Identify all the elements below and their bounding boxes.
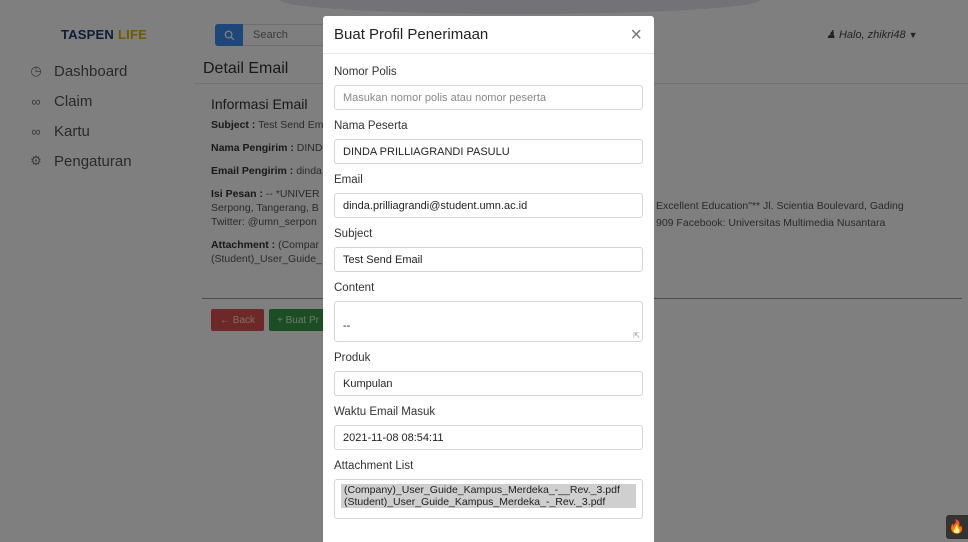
email-label: Email — [334, 174, 363, 186]
content-textarea[interactable]: -- ⇱ — [334, 301, 643, 342]
create-profile-modal: Buat Profil Penerimaan × Nomor Polis Mas… — [323, 16, 654, 542]
attachment-item[interactable]: (Student)_User_Guide_Kampus_Merdeka_-_Re… — [341, 496, 636, 508]
attachment-list-label: Attachment List — [334, 460, 414, 472]
resize-grip-icon[interactable]: ⇱ — [633, 331, 640, 340]
waktu-email-masuk-label: Waktu Email Masuk — [334, 406, 436, 418]
subject-input[interactable]: Test Send Email — [334, 247, 643, 272]
modal-body: Nomor Polis Masukan nomor polis atau nom… — [323, 54, 654, 519]
modal-title: Buat Profil Penerimaan — [334, 26, 489, 43]
produk-label: Produk — [334, 352, 371, 364]
attachment-list[interactable]: (Company)_User_Guide_Kampus_Merdeka_-__R… — [334, 479, 643, 519]
produk-input[interactable]: Kumpulan — [334, 371, 643, 396]
attachment-item[interactable]: (Company)_User_Guide_Kampus_Merdeka_-__R… — [341, 484, 636, 496]
email-input[interactable]: dinda.prilliagrandi@student.umn.ac.id — [334, 193, 643, 218]
nama-peserta-label: Nama Peserta — [334, 120, 408, 132]
waktu-email-masuk-input[interactable]: 2021-11-08 08:54:11 — [334, 425, 643, 450]
nomor-polis-input[interactable]: Masukan nomor polis atau nomor peserta — [334, 85, 643, 110]
modal-header: Buat Profil Penerimaan × — [323, 16, 654, 54]
content-value: -- — [343, 320, 351, 332]
subject-label: Subject — [334, 228, 373, 240]
close-icon[interactable]: × — [630, 25, 642, 45]
content-label: Content — [334, 282, 375, 294]
nomor-polis-label: Nomor Polis — [334, 66, 397, 78]
nama-peserta-input[interactable]: DINDA PRILLIAGRANDI PASULU — [334, 139, 643, 164]
flame-icon[interactable]: 🔥 — [946, 515, 968, 539]
